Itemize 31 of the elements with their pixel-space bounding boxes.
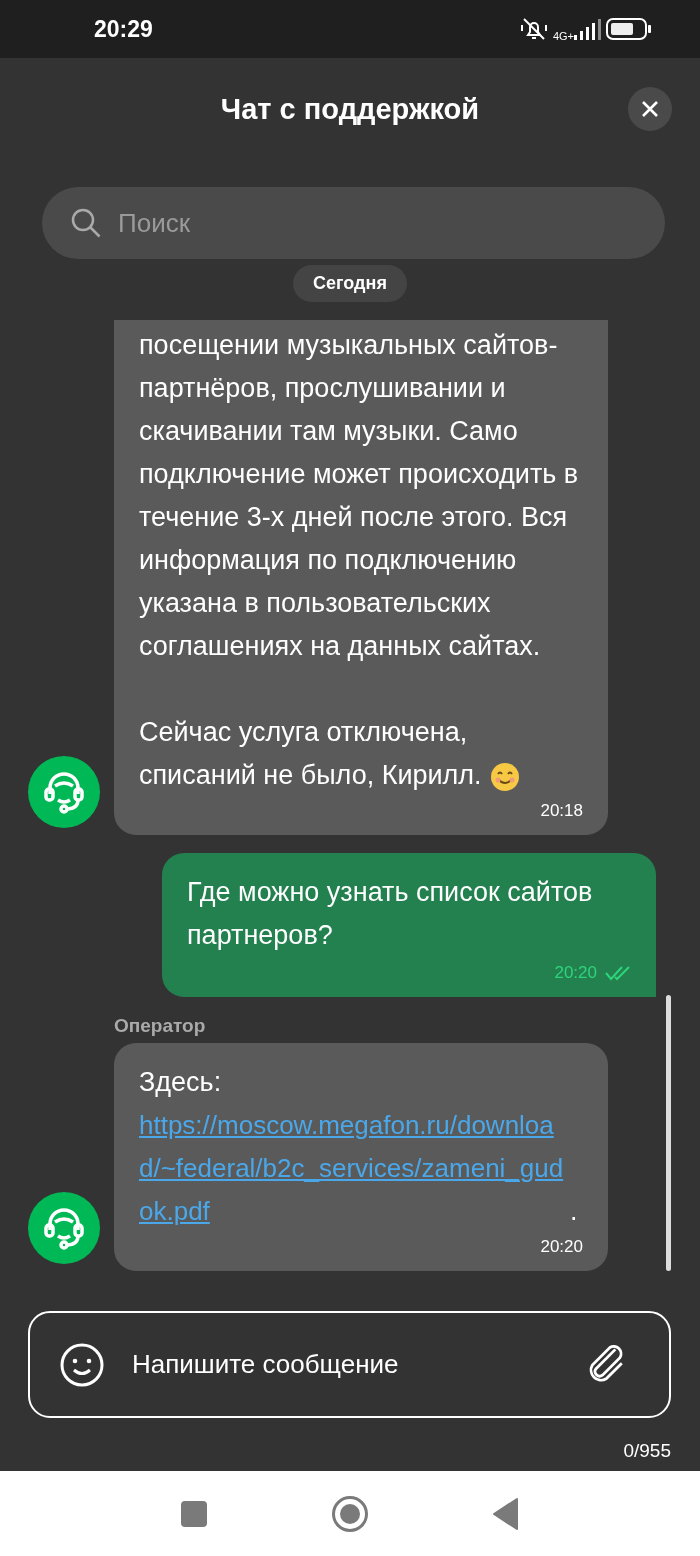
battery-icon: [606, 18, 652, 40]
muted-bell-icon: [518, 16, 549, 42]
support-agent-icon: [28, 1192, 100, 1264]
message-text: .: [570, 1195, 578, 1228]
search-input[interactable]: Поиск: [116, 206, 637, 240]
close-icon: [641, 100, 659, 118]
date-label: Сегодня: [293, 265, 407, 302]
message-text: Здесь:: [139, 1066, 223, 1099]
message-text: Сейчас услуга отключена, списаний не было, Кирилл.: [139, 711, 583, 797]
back-button[interactable]: [493, 1497, 519, 1530]
close-button[interactable]: [628, 87, 672, 131]
message-time: 20:20: [554, 963, 597, 983]
network-label: 4G+: [552, 30, 574, 42]
smiley-icon: [60, 1342, 104, 1387]
support-agent-icon: [28, 756, 100, 828]
message-time: 20:18: [540, 801, 583, 821]
search-icon: [70, 207, 102, 239]
home-button[interactable]: [331, 1494, 369, 1533]
message-text: Где можно узнать список сайтов партнеров?: [187, 876, 594, 952]
signal-icon: [572, 17, 602, 41]
message-time: 20:20: [540, 1237, 583, 1257]
character-counter: 0/955: [623, 1440, 671, 1463]
message-field[interactable]: Напишите сообщение: [28, 1311, 671, 1418]
recent-apps-button[interactable]: [181, 1500, 207, 1527]
document-link[interactable]: https://moscow.megafon.ru/download/~federal/b2c_services/zameni_gudok.pdf: [139, 1104, 564, 1233]
sender-name: Оператор: [114, 1015, 207, 1037]
message-text: посещении музыкальных сайтов-партнёров, прослушивании и скачивании там музыки. Само подключение может происходить в течение 3-х дней после этого. Вся информация по подключению указана в пользовательских соглашениях на данных сайтах.: [139, 329, 580, 663]
status-time: 20:29: [94, 15, 153, 43]
chat-title: Чат с поддержкой: [220, 92, 480, 126]
message-input[interactable]: Напишите сообщение: [130, 1348, 557, 1381]
search-field[interactable]: Поиск: [42, 187, 665, 259]
